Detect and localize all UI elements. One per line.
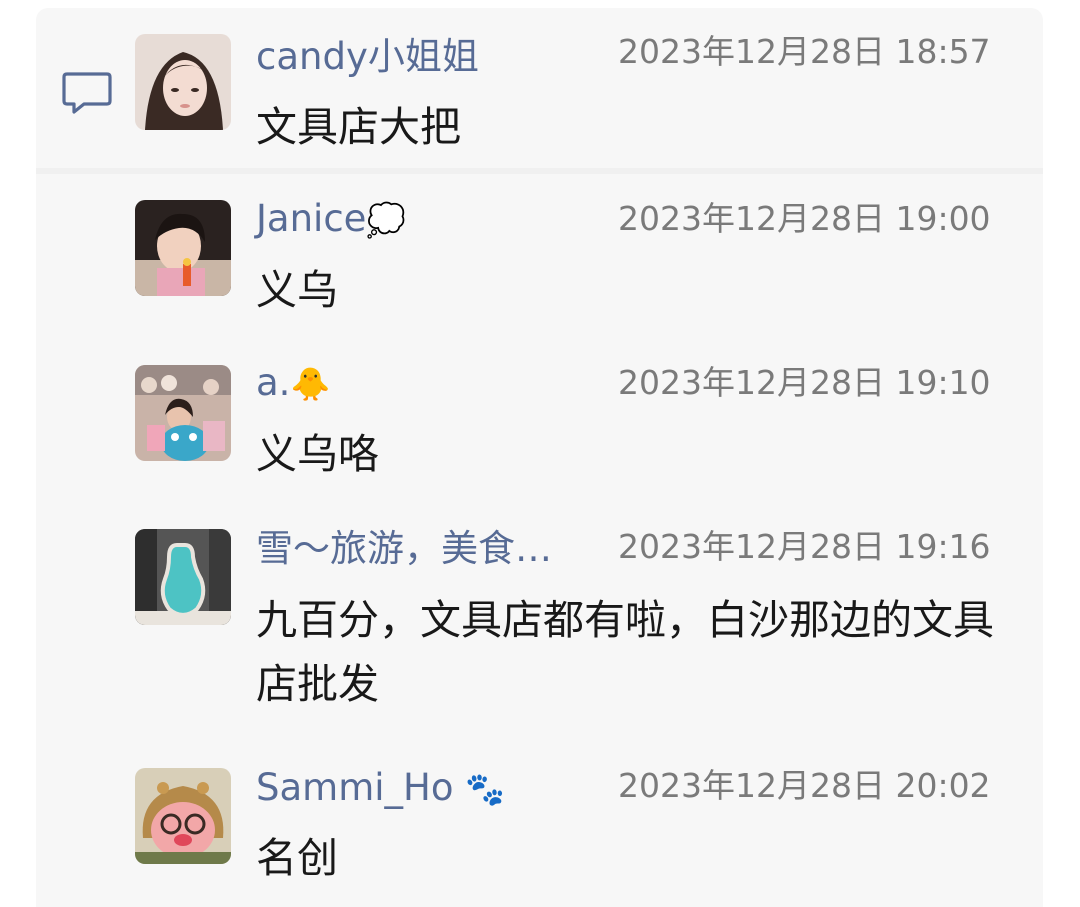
chick-icon: 🐥 bbox=[290, 365, 331, 403]
comment-time: 2023年12月28日 18:57 bbox=[618, 32, 991, 71]
commenter-name-text[interactable]: 雪～旅游，美食… bbox=[256, 527, 552, 570]
commenter-name[interactable]: a.🐥 bbox=[256, 361, 330, 406]
commenter-name[interactable]: Janice💭 bbox=[256, 197, 406, 242]
avatar[interactable] bbox=[135, 34, 231, 130]
commenter-name-text[interactable]: candy小姐姐 bbox=[256, 35, 479, 78]
comment-time: 2023年12月28日 19:10 bbox=[618, 363, 991, 402]
comment-text: 文具店大把 bbox=[256, 103, 461, 151]
commenter-name[interactable]: candy小姐姐 bbox=[256, 35, 479, 79]
comment-time: 2023年12月28日 20:02 bbox=[618, 766, 991, 805]
thought-bubble-icon: 💭 bbox=[366, 201, 407, 239]
comment-text: 九百分，文具店都有啦，白沙那边的文具店批发 bbox=[256, 596, 994, 708]
avatar[interactable] bbox=[135, 768, 231, 864]
comment-time: 2023年12月28日 19:16 bbox=[618, 527, 991, 566]
commenter-name-text[interactable]: a. bbox=[256, 361, 290, 404]
comment-text: 名创 bbox=[256, 834, 338, 882]
avatar[interactable] bbox=[135, 200, 231, 296]
commenter-name[interactable]: Sammi_Ho 🐾 bbox=[256, 766, 505, 811]
divider bbox=[36, 168, 1043, 174]
comment-text: 义乌咯 bbox=[256, 430, 379, 478]
commenter-name[interactable]: 雪～旅游，美食… bbox=[256, 527, 552, 571]
commenter-name-text[interactable]: Janice bbox=[256, 197, 366, 240]
avatar[interactable] bbox=[135, 529, 231, 625]
comment-text: 义乌 bbox=[256, 266, 338, 314]
comment-bubble-icon bbox=[62, 70, 114, 116]
avatar[interactable] bbox=[135, 365, 231, 461]
comment-time: 2023年12月28日 19:00 bbox=[618, 199, 991, 238]
paw-prints-icon: 🐾 bbox=[465, 770, 506, 808]
commenter-name-text[interactable]: Sammi_Ho bbox=[256, 766, 453, 809]
